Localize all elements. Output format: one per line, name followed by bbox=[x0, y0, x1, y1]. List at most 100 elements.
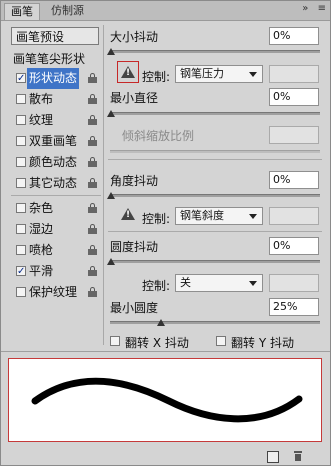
min-roundness-input[interactable]: 25% bbox=[269, 298, 319, 316]
chevron-down-icon bbox=[249, 214, 257, 219]
flip-y-label: 翻转 Y 抖动 bbox=[231, 336, 294, 350]
list-item-label: 散布 bbox=[29, 92, 54, 106]
list-item-color-dynamics[interactable]: 颜色动态 bbox=[11, 152, 101, 173]
angle-jitter-slider[interactable] bbox=[110, 194, 320, 197]
lock-icon[interactable] bbox=[88, 266, 97, 276]
size-control-select[interactable]: 钢笔压力 bbox=[175, 65, 263, 83]
size-jitter-input[interactable]: 0% bbox=[269, 27, 319, 45]
delete-icon[interactable] bbox=[293, 451, 303, 461]
lock-icon[interactable] bbox=[88, 178, 97, 188]
checkbox[interactable] bbox=[16, 203, 26, 213]
size-control-extra-field bbox=[269, 65, 319, 83]
control-label: 控制: bbox=[142, 279, 171, 293]
min-diameter-label: 最小直径 bbox=[110, 91, 159, 105]
list-item-label: 保护纹理 bbox=[29, 285, 78, 299]
divider bbox=[1, 351, 330, 352]
angle-jitter-thumb[interactable] bbox=[107, 192, 115, 199]
min-roundness-thumb[interactable] bbox=[157, 319, 165, 326]
angle-control-select[interactable]: 钢笔斜度 bbox=[175, 207, 263, 225]
min-diameter-slider[interactable] bbox=[110, 112, 320, 115]
size-jitter-thumb[interactable] bbox=[107, 48, 115, 55]
min-diameter-input[interactable]: 0% bbox=[269, 88, 319, 106]
min-roundness-label: 最小圆度 bbox=[110, 301, 159, 315]
panel-footer bbox=[1, 449, 330, 465]
angle-control-extra-field bbox=[269, 207, 319, 225]
min-roundness-slider[interactable] bbox=[110, 321, 320, 324]
angle-jitter-input[interactable]: 0% bbox=[269, 171, 319, 189]
chevron-down-icon bbox=[249, 72, 257, 77]
divider bbox=[11, 195, 101, 196]
checkbox[interactable] bbox=[16, 94, 26, 104]
list-item-label: 画笔笔尖形状 bbox=[13, 52, 86, 66]
list-item-scattering[interactable]: 散布 bbox=[11, 89, 101, 110]
collapse-icon[interactable]: » bbox=[302, 3, 308, 14]
control-label: 控制: bbox=[142, 70, 171, 84]
list-item-tip-shape[interactable]: 画笔笔尖形状 bbox=[11, 49, 101, 70]
control-label: 控制: bbox=[142, 212, 171, 226]
brush-presets-button[interactable]: 画笔预设 bbox=[11, 27, 99, 45]
checkbox[interactable] bbox=[16, 157, 26, 167]
vertical-divider bbox=[103, 25, 104, 345]
roundness-jitter-slider[interactable] bbox=[110, 260, 320, 263]
lock-icon[interactable] bbox=[88, 73, 97, 83]
lock-icon[interactable] bbox=[88, 224, 97, 234]
roundness-jitter-label: 圆度抖动 bbox=[110, 240, 159, 254]
panel-menu-icon[interactable]: ≡ bbox=[318, 3, 326, 14]
list-item-noise[interactable]: 杂色 bbox=[11, 198, 101, 219]
list-item-label: 纹理 bbox=[29, 113, 54, 127]
flip-x-label: 翻转 X 抖动 bbox=[125, 336, 189, 350]
stroke-preview-svg bbox=[31, 377, 303, 423]
checkbox[interactable] bbox=[16, 115, 26, 125]
list-item-smoothing[interactable]: ✓ 平滑 bbox=[11, 261, 101, 282]
list-item-dual-brush[interactable]: 双重画笔 bbox=[11, 131, 101, 152]
list-item-label: 双重画笔 bbox=[29, 134, 78, 148]
roundness-control-select[interactable]: 关 bbox=[175, 274, 263, 292]
checkbox[interactable]: ✓ bbox=[16, 266, 26, 277]
checkbox[interactable] bbox=[16, 287, 26, 297]
brush-panel: 画笔 仿制源 » ≡ 画笔预设 画笔笔尖形状 ✓ 形状动态 散布 纹理 双重画笔 bbox=[0, 0, 331, 466]
list-item-shape-dynamics[interactable]: ✓ 形状动态 bbox=[11, 68, 101, 89]
roundness-jitter-input[interactable]: 0% bbox=[269, 237, 319, 255]
size-jitter-label: 大小抖动 bbox=[110, 30, 159, 44]
roundness-jitter-thumb[interactable] bbox=[107, 258, 115, 265]
size-jitter-slider[interactable] bbox=[110, 50, 320, 53]
angle-control-value: 钢笔斜度 bbox=[180, 209, 224, 222]
flip-y-checkbox[interactable] bbox=[216, 336, 226, 346]
divider bbox=[108, 159, 322, 160]
list-item-other-dynamics[interactable]: 其它动态 bbox=[11, 173, 101, 194]
list-item-protect-texture[interactable]: 保护纹理 bbox=[11, 282, 101, 303]
checkbox[interactable] bbox=[16, 224, 26, 234]
checkbox[interactable] bbox=[16, 178, 26, 188]
lock-icon[interactable] bbox=[88, 157, 97, 167]
checkbox[interactable]: ✓ bbox=[16, 73, 26, 84]
roundness-control-value: 关 bbox=[180, 276, 191, 289]
min-diameter-thumb[interactable] bbox=[107, 110, 115, 117]
brush-stroke-preview bbox=[8, 358, 322, 442]
settings-list: 画笔笔尖形状 ✓ 形状动态 散布 纹理 双重画笔 颜色动态 其它动态 杂色 湿边… bbox=[11, 49, 101, 341]
tilt-scale-slider bbox=[110, 150, 320, 153]
list-item-label: 湿边 bbox=[29, 222, 54, 236]
size-control-value: 钢笔压力 bbox=[180, 67, 224, 80]
tab-clone-source[interactable]: 仿制源 bbox=[45, 3, 90, 19]
list-item-label: 平滑 bbox=[29, 264, 54, 278]
lock-icon[interactable] bbox=[88, 245, 97, 255]
list-item-wet-edges[interactable]: 湿边 bbox=[11, 219, 101, 240]
lock-icon[interactable] bbox=[88, 136, 97, 146]
lock-icon[interactable] bbox=[88, 115, 97, 125]
new-brush-icon[interactable] bbox=[267, 451, 279, 463]
list-item-label: 其它动态 bbox=[29, 176, 78, 190]
list-item-texture[interactable]: 纹理 bbox=[11, 110, 101, 131]
lock-icon[interactable] bbox=[88, 94, 97, 104]
tab-bar: 画笔 仿制源 » ≡ bbox=[1, 1, 330, 21]
checkbox[interactable] bbox=[16, 245, 26, 255]
chevron-down-icon bbox=[249, 281, 257, 286]
lock-icon[interactable] bbox=[88, 287, 97, 297]
list-item-label: 颜色动态 bbox=[29, 155, 78, 169]
lock-icon[interactable] bbox=[88, 203, 97, 213]
list-item-label: 喷枪 bbox=[29, 243, 54, 257]
list-item-airbrush[interactable]: 喷枪 bbox=[11, 240, 101, 261]
checkbox[interactable] bbox=[16, 136, 26, 146]
tab-brush[interactable]: 画笔 bbox=[4, 3, 40, 20]
flip-x-checkbox[interactable] bbox=[110, 336, 120, 346]
tilt-scale-label: 倾斜缩放比例 bbox=[122, 129, 195, 143]
